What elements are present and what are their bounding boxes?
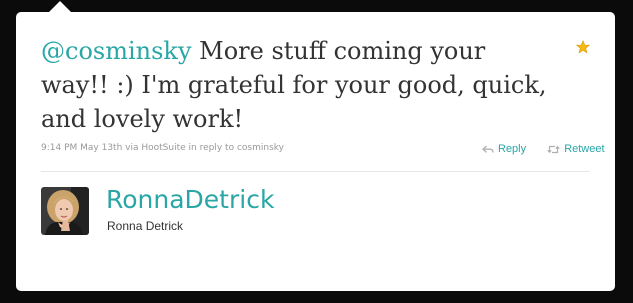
reply-label: Reply [498, 143, 527, 155]
tweet-card: @cosminsky More stuff coming your way!! … [16, 12, 615, 291]
retweet-icon [547, 145, 560, 153]
tweet-meta: 9:14 PM May 13th via HootSuite in reply … [41, 143, 284, 153]
timestamp-link[interactable]: 9:14 PM May 13th [41, 143, 122, 153]
mention-link[interactable]: @cosminsky [41, 37, 192, 65]
tweet-embed: @cosminsky More stuff coming your way!! … [0, 0, 633, 303]
avatar-photo [41, 187, 89, 235]
retweet-label: Retweet [564, 143, 605, 155]
divider [41, 171, 590, 172]
star-icon[interactable] [576, 40, 590, 54]
author-screen-name[interactable]: RonnaDetrick [106, 185, 274, 214]
tweet-text: @cosminsky More stuff coming your way!! … [41, 34, 551, 136]
tweet-actions: Reply Retweet [482, 143, 623, 157]
client-link[interactable]: HootSuite [141, 143, 185, 153]
reply-to-link[interactable]: cosminsky [237, 143, 284, 153]
in-reply-label: in reply to [188, 143, 235, 153]
author-full-name: Ronna Detrick [107, 219, 184, 233]
speech-bubble-pointer [49, 1, 71, 12]
via-label: via [125, 143, 139, 153]
retweet-button[interactable]: Retweet [547, 143, 605, 155]
reply-arrow-icon [482, 145, 494, 153]
avatar[interactable] [41, 187, 89, 235]
reply-button[interactable]: Reply [482, 143, 526, 155]
